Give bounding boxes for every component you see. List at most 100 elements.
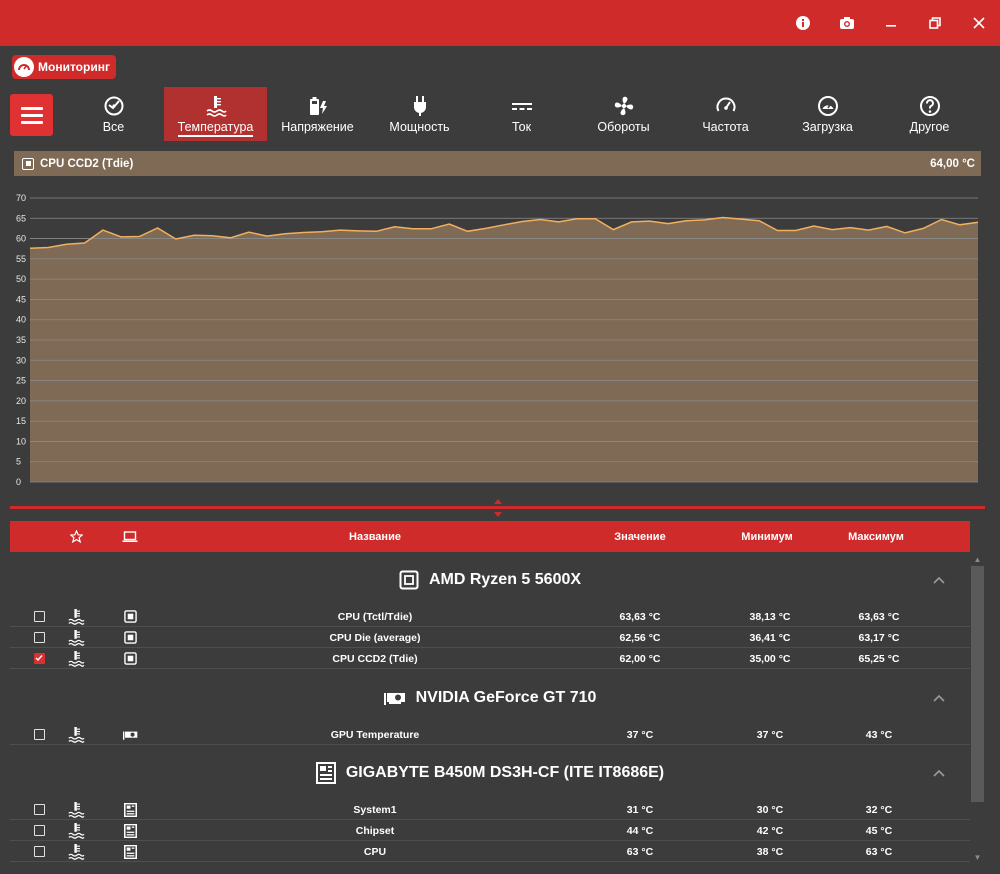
sensor-value: 44 °C xyxy=(626,824,654,837)
sensor-min: 42 °C xyxy=(756,824,784,837)
camera-icon[interactable] xyxy=(832,8,862,38)
chip-icon xyxy=(22,157,34,170)
checkbox-box[interactable] xyxy=(33,846,45,857)
tab-current[interactable]: Ток xyxy=(470,87,573,141)
favorite-star-icon[interactable] xyxy=(66,521,86,552)
checkbox-box[interactable] xyxy=(33,729,45,740)
plug-icon xyxy=(413,96,426,116)
table-row[interactable]: CPU (Tctl/Tdie) 63,63 °C 38,13 °C 63,63 … xyxy=(10,606,970,627)
column-header-min[interactable]: Минимум xyxy=(727,521,807,552)
collapse-chevron-icon[interactable] xyxy=(930,765,948,783)
sensor-value: 62,00 °C xyxy=(619,652,661,665)
row-checkbox[interactable] xyxy=(33,841,45,862)
y-tick-label: 15 xyxy=(16,416,26,426)
motherboard-icon xyxy=(315,762,336,784)
thermometer-icon xyxy=(66,648,86,669)
tab-frequency[interactable]: Частота xyxy=(674,87,777,141)
restore-icon[interactable] xyxy=(920,8,950,38)
tab-other[interactable]: Другое xyxy=(878,87,981,141)
y-tick-label: 65 xyxy=(16,213,26,223)
sensor-name: Chipset xyxy=(355,824,395,837)
checkbox-box[interactable] xyxy=(33,825,45,836)
table-row[interactable]: CPU CCD2 (Tdie) 62,00 °C 35,00 °C 65,25 … xyxy=(10,648,970,669)
row-checkbox[interactable] xyxy=(33,799,45,820)
checkbox-box[interactable] xyxy=(33,804,45,815)
close-icon[interactable] xyxy=(964,8,994,38)
sensor-max: 63,17 °C xyxy=(858,631,900,644)
sensor-min: 38 °C xyxy=(756,845,784,858)
sensor-min: 37 °C xyxy=(756,728,784,741)
battery-bolt-icon xyxy=(309,97,327,115)
table-row[interactable]: Chipset 44 °C 42 °C 45 °C xyxy=(10,820,970,841)
y-tick-label: 55 xyxy=(16,254,26,264)
temperature-chart: 7065605550454035302520151050 xyxy=(16,193,979,487)
sensor-max: 63 °C xyxy=(865,845,893,858)
cpu-chip-icon xyxy=(399,570,419,590)
speedometer-icon xyxy=(716,97,735,112)
checkbox-box[interactable] xyxy=(33,632,45,643)
row-checkbox[interactable] xyxy=(33,627,45,648)
row-checkbox[interactable] xyxy=(33,724,45,745)
tab-label: Обороты xyxy=(597,120,650,134)
menu-bar xyxy=(20,113,43,117)
chart-header: CPU CCD2 (Tdie) 64,00 °C xyxy=(14,151,981,176)
tab-load[interactable]: Загрузка xyxy=(776,87,879,141)
tab-voltage[interactable]: Напряжение xyxy=(266,87,369,141)
sensor-value: 62,56 °C xyxy=(619,631,661,644)
motherboard-icon xyxy=(121,799,139,820)
sensor-value: 31 °C xyxy=(626,803,654,816)
collapse-chevron-icon[interactable] xyxy=(930,572,948,590)
info-icon[interactable] xyxy=(788,8,818,38)
sensor-name: CPU Die (average) xyxy=(329,631,421,644)
sensor-max: 63,63 °C xyxy=(858,610,900,623)
tab-fans[interactable]: Обороты xyxy=(572,87,675,141)
scroll-up-icon[interactable]: ▲ xyxy=(971,553,984,566)
group-header-cpu: AMD Ryzen 5 5600X xyxy=(10,562,970,598)
sensor-name: GPU Temperature xyxy=(330,728,420,741)
minimize-icon[interactable] xyxy=(876,8,906,38)
table-row[interactable]: CPU Die (average) 62,56 °C 36,41 °C 63,1… xyxy=(10,627,970,648)
menu-bar xyxy=(20,106,43,110)
table-scrollbar-thumb[interactable] xyxy=(971,566,984,802)
cpu-chip-icon xyxy=(121,606,139,627)
column-header-name[interactable]: Название xyxy=(240,521,510,552)
column-header-value[interactable]: Значение xyxy=(600,521,680,552)
splitter-grip-icon[interactable] xyxy=(492,498,504,518)
y-tick-label: 25 xyxy=(16,376,26,386)
table-row[interactable]: CPU 63 °C 38 °C 63 °C xyxy=(10,841,970,862)
speedometer-logo-icon xyxy=(14,57,34,77)
sensor-max: 43 °C xyxy=(865,728,893,741)
table-row[interactable]: System1 31 °C 30 °C 32 °C xyxy=(10,799,970,820)
app-title: Мониторинг xyxy=(38,60,110,74)
checkbox-box-checked[interactable] xyxy=(33,653,45,664)
row-checkbox[interactable] xyxy=(33,606,45,627)
tab-power[interactable]: Мощность xyxy=(368,87,471,141)
thermometer-icon xyxy=(66,799,86,820)
sensor-value: 63 °C xyxy=(626,845,654,858)
hamburger-menu-button[interactable] xyxy=(10,94,53,136)
y-tick-label: 45 xyxy=(16,294,26,304)
fan-icon xyxy=(614,96,633,116)
device-laptop-icon[interactable] xyxy=(120,521,140,552)
row-checkbox[interactable] xyxy=(33,648,45,669)
tab-label: Напряжение xyxy=(281,120,354,134)
tab-temperature[interactable]: Температура xyxy=(164,87,267,141)
row-checkbox[interactable] xyxy=(33,820,45,841)
thermometer-icon xyxy=(66,820,86,841)
y-tick-label: 5 xyxy=(16,457,21,467)
group-title: AMD Ryzen 5 5600X xyxy=(428,571,582,588)
cpu-chip-icon xyxy=(121,627,139,648)
thermometer-icon xyxy=(206,96,227,117)
checkbox-box[interactable] xyxy=(33,611,45,622)
scroll-down-icon[interactable]: ▼ xyxy=(971,851,984,864)
y-tick-label: 30 xyxy=(16,355,26,365)
y-tick-label: 35 xyxy=(16,335,26,345)
menu-bar xyxy=(20,120,43,124)
tab-label: Температура xyxy=(177,120,254,137)
tab-all[interactable]: Все xyxy=(62,87,165,141)
collapse-chevron-icon[interactable] xyxy=(930,690,948,708)
y-tick-label: 70 xyxy=(16,193,26,203)
table-row[interactable]: GPU Temperature 37 °C 37 °C 43 °C xyxy=(10,724,970,745)
tab-label: Все xyxy=(102,120,125,134)
column-header-max[interactable]: Максимум xyxy=(836,521,916,552)
